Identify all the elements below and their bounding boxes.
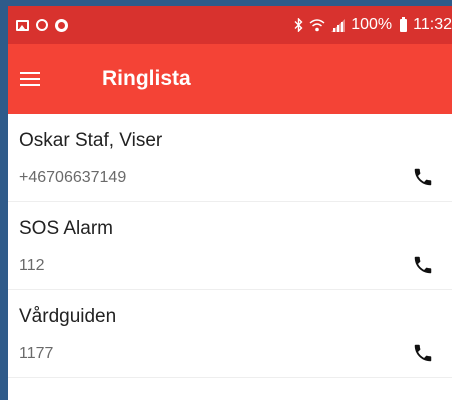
contact-number: 112 [19,257,45,274]
contact-item[interactable]: SOS Alarm 112 [8,202,452,290]
phone-screen: 100% 11:32 Ringlista Oskar Staf, Viser +… [8,6,452,400]
phone-icon [414,256,432,274]
contact-list: Oskar Staf, Viser +46706637149 SOS Alarm… [8,114,452,378]
status-icons-left [16,18,68,32]
page-title: Ringlista [102,67,191,90]
clock: 11:32 [413,16,452,33]
battery-percent: 100% [351,16,393,33]
call-button[interactable] [410,340,436,366]
disc-icon [55,18,68,32]
signal-icon [331,18,346,32]
wifi-icon [309,18,325,31]
contact-name: Vårdguiden [19,306,117,327]
app-bar: Ringlista [8,44,452,114]
status-icons-right: 100% 11:32 [294,16,452,34]
call-button[interactable] [410,164,436,190]
status-bar: 100% 11:32 [8,6,452,44]
bluetooth-icon [294,18,303,32]
contact-item[interactable]: Oskar Staf, Viser +46706637149 [8,114,452,202]
contact-number: 1177 [19,345,54,362]
call-button[interactable] [410,252,436,278]
menu-icon[interactable] [20,72,40,86]
contact-name: Oskar Staf, Viser [19,130,163,151]
image-icon [16,19,29,31]
contact-number: +46706637149 [19,169,127,186]
contact-name: SOS Alarm [19,218,113,239]
ring-icon [36,19,48,31]
phone-icon [414,344,432,362]
phone-icon [414,168,432,186]
contact-item[interactable]: Vårdguiden 1177 [8,290,452,378]
battery-icon [400,16,408,32]
